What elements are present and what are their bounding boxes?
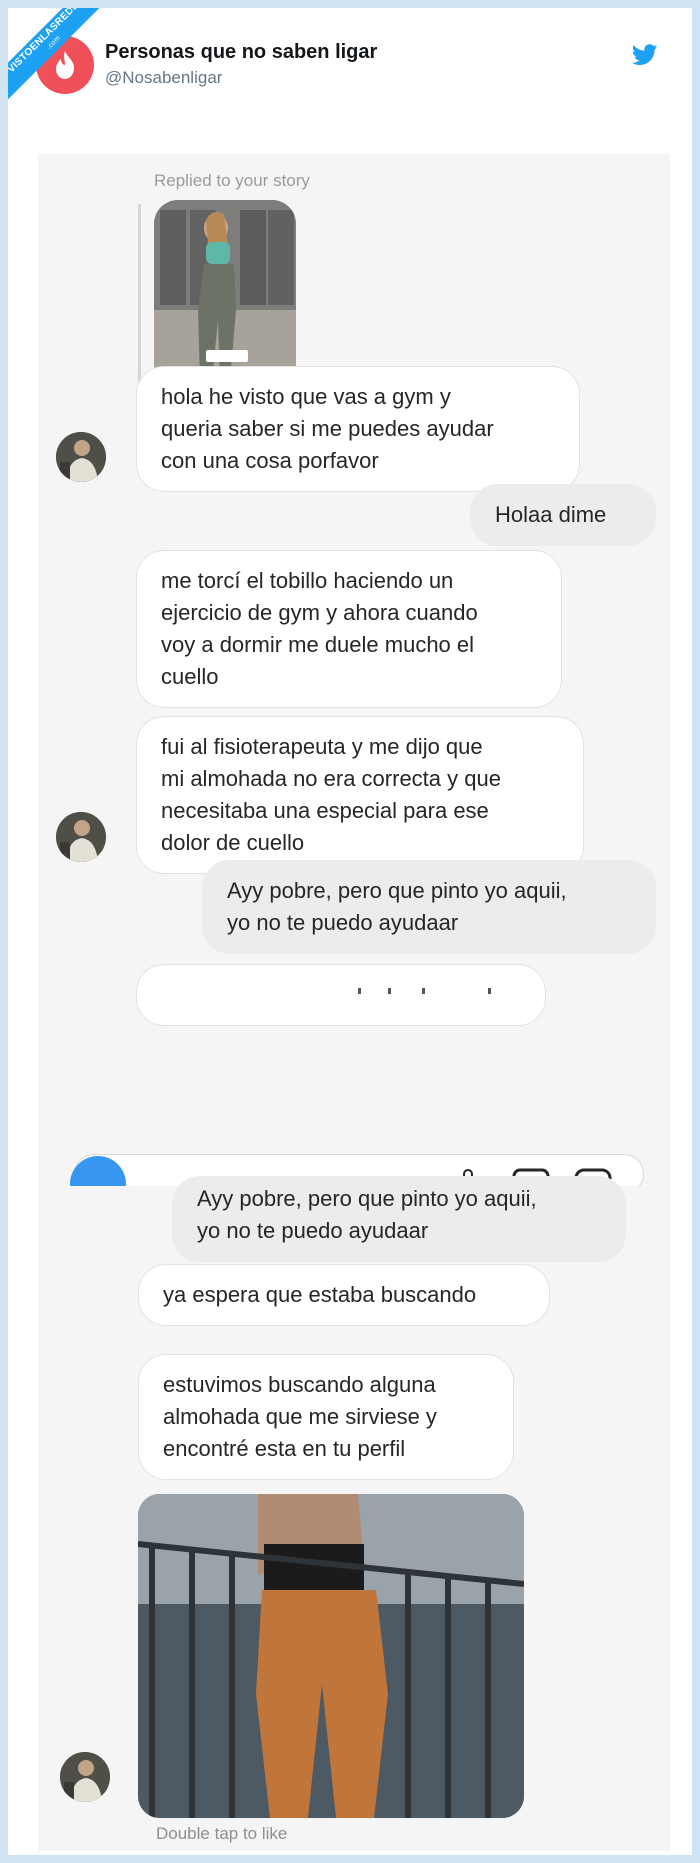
- message-bubble-received[interactable]: estuvimos buscando alguna almohada que m…: [138, 1354, 514, 1480]
- message-bubble-received[interactable]: ya espera que estaba buscando: [138, 1264, 550, 1326]
- flame-icon: [56, 51, 74, 79]
- tweet-card: VISTOENLASREDES .com Personas que no sab…: [8, 8, 692, 1855]
- message-bubble-received[interactable]: me torcí el tobillo haciendo un ejercici…: [136, 550, 562, 708]
- sender-avatar[interactable]: [56, 812, 106, 862]
- twitter-bird-icon[interactable]: [632, 44, 658, 66]
- sender-photo-image: [60, 1752, 110, 1802]
- partial-text-fragments: [358, 988, 491, 994]
- chat-screenshot-1: Replied to your story hola he visto que …: [38, 154, 670, 1187]
- sender-photo-image: [56, 432, 106, 482]
- message-bubble-sent[interactable]: Ayy pobre, pero que pinto yo aquii, yo n…: [172, 1176, 626, 1262]
- sender-avatar[interactable]: [56, 432, 106, 482]
- message-bubble-received[interactable]: hola he visto que vas a gym y queria sab…: [136, 366, 580, 492]
- shared-photo[interactable]: [138, 1494, 524, 1818]
- pants-photo-image: [138, 1494, 524, 1818]
- message-bubble-received[interactable]: fui al fisioterapeuta y me dijo que mi a…: [136, 716, 584, 874]
- message-bubble-sent[interactable]: Ayy pobre, pero que pinto yo aquii, yo n…: [202, 860, 656, 954]
- double-tap-hint: Double tap to like: [156, 1824, 288, 1843]
- sender-avatar[interactable]: [60, 1752, 110, 1802]
- message-bubble-sent[interactable]: Holaa dime: [470, 484, 656, 546]
- account-name[interactable]: Personas que no saben ligar: [105, 41, 377, 64]
- account-handle[interactable]: @Nosabenligar: [105, 68, 222, 88]
- story-reply-label: Replied to your story: [154, 171, 310, 190]
- sender-photo-image: [56, 812, 106, 862]
